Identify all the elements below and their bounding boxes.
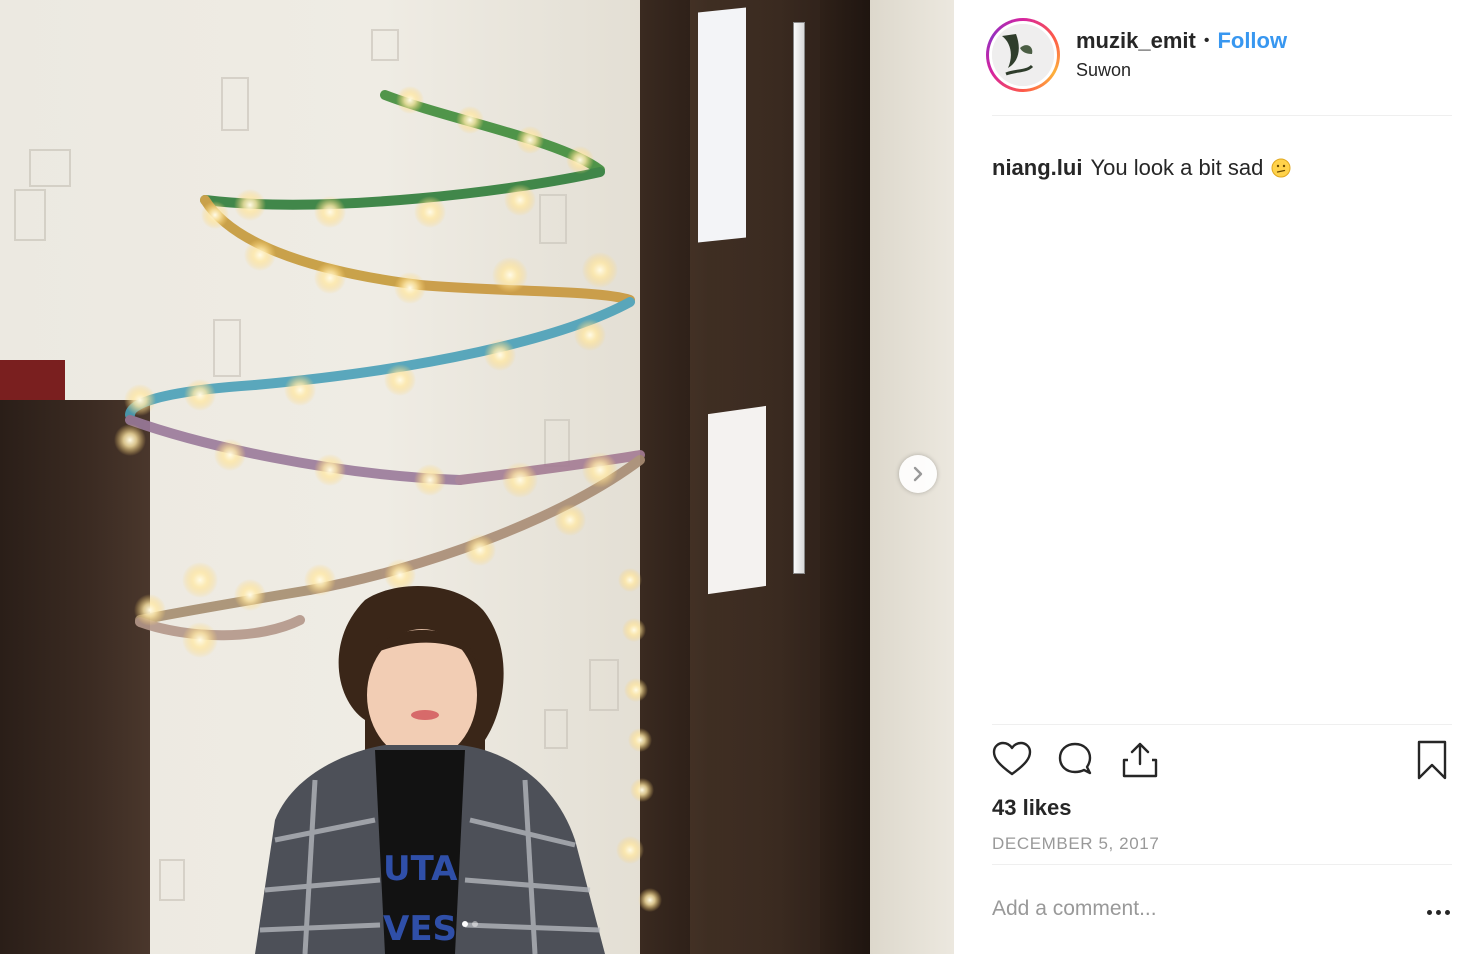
separator-dot: • — [1203, 32, 1210, 49]
action-bar — [992, 740, 1452, 784]
comment-icon[interactable] — [1056, 740, 1096, 780]
carousel-dot — [472, 921, 478, 927]
follow-button[interactable]: Follow — [1217, 28, 1287, 54]
post-photo[interactable]: UTA VES — [0, 0, 954, 954]
username-link[interactable]: muzik_emit — [1076, 28, 1196, 54]
avatar[interactable] — [992, 24, 1054, 86]
svg-text:VES: VES — [383, 909, 457, 949]
svg-text:UTA: UTA — [383, 849, 458, 889]
divider — [992, 864, 1452, 865]
post-header: muzik_emit • Follow Suwon — [986, 18, 1452, 116]
post-date[interactable]: DECEMBER 5, 2017 — [992, 834, 1159, 854]
confused-face-icon — [1271, 158, 1291, 178]
comment-username[interactable]: niang.lui — [992, 155, 1082, 181]
heart-icon[interactable] — [992, 740, 1032, 780]
carousel-indicator — [462, 921, 478, 927]
more-options-icon[interactable] — [1424, 902, 1452, 922]
comment-text: You look a bit sad — [1090, 155, 1264, 180]
bookmark-icon[interactable] — [1412, 740, 1452, 780]
comments-list: niang.lui You look a bit sad — [992, 155, 1452, 700]
chevron-right-icon — [913, 466, 923, 482]
divider — [992, 724, 1452, 725]
add-comment-input[interactable]: Add a comment... — [992, 897, 1157, 921]
comment-item: niang.lui You look a bit sad — [992, 155, 1452, 181]
share-icon[interactable] — [1120, 740, 1160, 780]
post-side-panel: muzik_emit • Follow Suwon niang.lui You … — [954, 0, 1480, 954]
story-ring[interactable] — [986, 18, 1060, 92]
carousel-dot-active — [462, 921, 468, 927]
avatar-plant-image — [992, 24, 1054, 86]
person-selfie: UTA VES — [255, 586, 605, 954]
location-link[interactable]: Suwon — [1076, 60, 1131, 81]
carousel-next-button[interactable] — [899, 455, 937, 493]
likes-count[interactable]: 43 likes — [992, 795, 1072, 821]
